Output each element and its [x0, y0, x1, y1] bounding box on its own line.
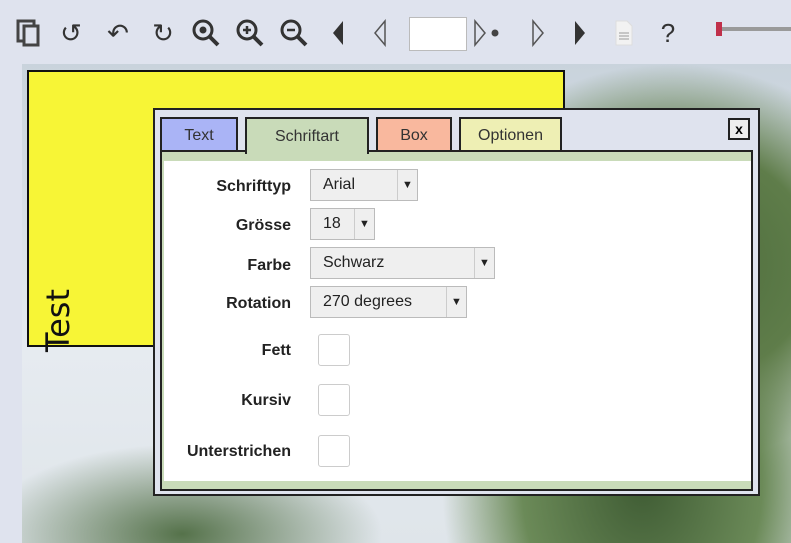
zoom-in-icon[interactable]	[234, 16, 266, 50]
bold-checkbox[interactable]	[318, 334, 350, 366]
size-value: 18	[323, 215, 341, 232]
help-icon[interactable]: ?	[656, 16, 680, 50]
bold-label: Fett	[261, 342, 291, 359]
slider-thumb[interactable]	[716, 22, 722, 36]
color-select[interactable]: Schwarz ▼	[310, 247, 495, 279]
chevron-down-icon: ▼	[474, 248, 494, 278]
font-select[interactable]: Arial ▼	[310, 169, 418, 201]
page-number-input[interactable]	[409, 17, 467, 51]
font-settings-form: Schrifttyp Arial ▼ Grösse 18 ▼ Farbe Schwa…	[164, 161, 751, 481]
prev-page-icon[interactable]	[368, 16, 392, 50]
chevron-down-icon: ▼	[397, 170, 417, 200]
tab-panel: Schrifttyp Arial ▼ Grösse 18 ▼ Farbe Schwa…	[160, 150, 753, 491]
color-value: Schwarz	[323, 254, 385, 271]
tab-box[interactable]: Box	[376, 117, 452, 152]
undo-icon[interactable]: ↺	[56, 16, 86, 50]
document-icon[interactable]	[612, 16, 636, 50]
close-button[interactable]: x	[728, 118, 750, 140]
italic-checkbox[interactable]	[318, 384, 350, 416]
underline-label: Unterstrichen	[186, 443, 291, 460]
size-label: Grösse	[235, 217, 291, 234]
rotation-select[interactable]: 270 degrees ▼	[310, 286, 467, 318]
chevron-down-icon: ▼	[446, 287, 466, 317]
underline-checkbox[interactable]	[318, 435, 350, 467]
first-page-icon[interactable]	[326, 16, 350, 50]
copy-icon[interactable]	[14, 16, 44, 50]
text-box-content: Test	[39, 288, 77, 352]
chevron-down-icon: ▼	[354, 209, 374, 239]
zoom-fit-icon[interactable]	[190, 16, 222, 50]
tab-schriftart[interactable]: Schriftart	[245, 117, 369, 154]
tab-text[interactable]: Text	[160, 117, 238, 152]
font-value: Arial	[323, 176, 356, 193]
font-label: Schrifttyp	[216, 178, 291, 195]
next-page-icon[interactable]	[526, 16, 550, 50]
refresh-icon[interactable]: ↻	[148, 16, 178, 50]
rotation-label: Rotation	[226, 295, 291, 312]
toolbar: ↺ ↶ ↻ ?	[0, 0, 791, 64]
slider-track	[716, 27, 791, 31]
italic-label: Kursiv	[241, 392, 291, 409]
last-page-icon[interactable]	[568, 16, 592, 50]
next-page-dot-icon[interactable]	[472, 16, 506, 50]
text-properties-dialog: Text Schriftart Box Optionen x Schriftty…	[153, 108, 760, 496]
size-select[interactable]: 18 ▼	[310, 208, 375, 240]
tab-optionen[interactable]: Optionen	[459, 117, 562, 152]
color-label: Farbe	[247, 257, 291, 274]
zoom-slider[interactable]	[716, 22, 791, 36]
rotation-value: 270 degrees	[323, 293, 412, 310]
zoom-out-icon[interactable]	[278, 16, 310, 50]
redo-icon[interactable]: ↶	[103, 16, 133, 50]
